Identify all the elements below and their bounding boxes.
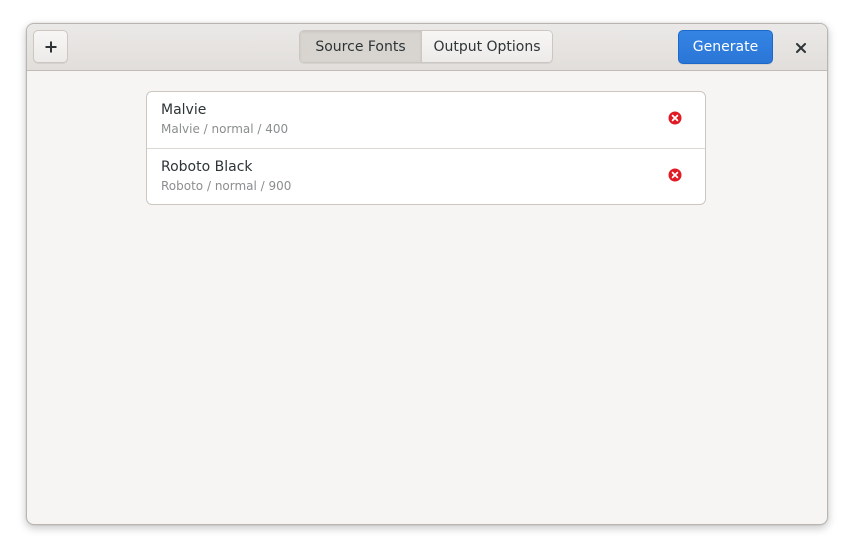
add-font-button[interactable]: [33, 30, 68, 63]
plus-icon: [45, 41, 57, 53]
font-name: Roboto Black: [161, 159, 253, 175]
remove-circle-icon: [668, 167, 682, 186]
source-fonts-list: Malvie Malvie / normal / 400 Roboto Blac…: [146, 91, 706, 205]
tab-output-options[interactable]: Output Options: [422, 31, 552, 62]
close-window-button[interactable]: [789, 36, 813, 58]
tab-source-fonts[interactable]: Source Fonts: [300, 31, 422, 62]
main-content: Malvie Malvie / normal / 400 Roboto Blac…: [27, 71, 827, 524]
app-window: Source Fonts Output Options Generate Mal…: [26, 23, 828, 525]
remove-font-button[interactable]: [666, 167, 684, 185]
font-details: Malvie / normal / 400: [161, 122, 289, 136]
remove-font-button[interactable]: [666, 110, 684, 128]
remove-circle-icon: [668, 110, 682, 129]
generate-button[interactable]: Generate: [678, 30, 773, 64]
headerbar: Source Fonts Output Options Generate: [27, 24, 827, 71]
list-item: Malvie Malvie / normal / 400: [147, 92, 705, 148]
font-name: Malvie: [161, 102, 207, 118]
list-item: Roboto Black Roboto / normal / 900: [147, 148, 705, 204]
font-details: Roboto / normal / 900: [161, 179, 292, 193]
close-icon: [796, 38, 806, 57]
view-switcher: Source Fonts Output Options: [299, 30, 553, 63]
